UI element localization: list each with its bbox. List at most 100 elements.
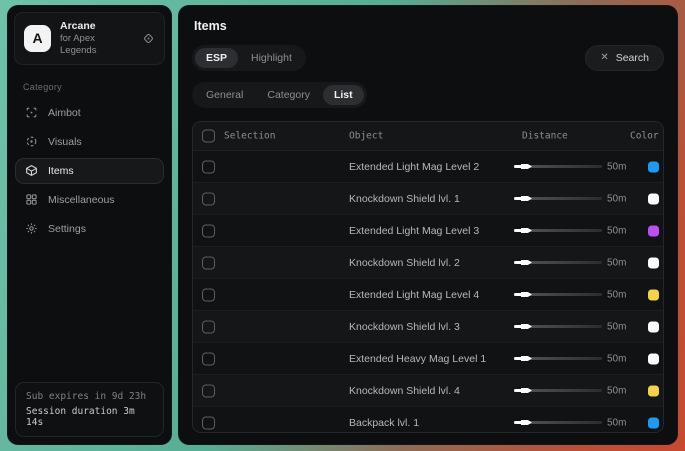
visuals-icon [25, 135, 38, 148]
row-checkbox[interactable] [202, 224, 215, 237]
object-name: Knockdown Shield lvl. 1 [349, 193, 460, 205]
tab-category[interactable]: Category [256, 85, 321, 105]
table-row: Extended Light Mag Level 4 50m [193, 279, 663, 311]
miscellaneous-icon [25, 193, 38, 206]
column-header-selection: Selection [224, 131, 275, 142]
distance-value: 50m [607, 193, 626, 204]
object-name: Extended Light Mag Level 4 [349, 289, 479, 301]
column-header-distance: Distance [522, 131, 568, 142]
sidebar-item-aimbot[interactable]: Aimbot [15, 100, 164, 126]
row-checkbox[interactable] [202, 256, 215, 269]
distance-value: 50m [607, 225, 626, 236]
app-subtitle: for Apex Legends [60, 33, 133, 57]
row-checkbox[interactable] [202, 288, 215, 301]
sidebar-item-items[interactable]: Items [15, 158, 164, 184]
distance-slider[interactable] [514, 228, 602, 234]
category-label: Category [8, 71, 171, 97]
table-row: Knockdown Shield lvl. 4 50m [193, 375, 663, 407]
object-name: Extended Light Mag Level 2 [349, 161, 479, 173]
mode-tabs: ESP Highlight [192, 45, 306, 71]
row-checkbox[interactable] [202, 384, 215, 397]
object-name: Knockdown Shield lvl. 2 [349, 257, 460, 269]
view-tabs: General Category List [192, 82, 367, 108]
distance-slider[interactable] [514, 196, 602, 202]
color-swatch[interactable] [648, 417, 659, 428]
distance-value: 50m [607, 353, 626, 364]
color-swatch[interactable] [648, 193, 659, 204]
search-x-icon: ✕ [600, 53, 608, 63]
view-tabs-row: General Category List [192, 82, 664, 108]
distance-slider[interactable] [514, 260, 602, 266]
table-row: Knockdown Shield lvl. 2 50m [193, 247, 663, 279]
row-checkbox[interactable] [202, 192, 215, 205]
distance-slider[interactable] [514, 356, 602, 362]
row-checkbox[interactable] [202, 320, 215, 333]
sidebar-item-label: Settings [48, 223, 86, 235]
sidebar-nav: Aimbot Visuals Items Miscellaneous [8, 97, 171, 245]
select-all-checkbox[interactable] [202, 130, 215, 143]
object-name: Knockdown Shield lvl. 3 [349, 321, 460, 333]
distance-slider[interactable] [514, 388, 602, 394]
search-button-label: Search [616, 52, 649, 64]
sidebar: A Arcane for Apex Legends Category Aimbo… [7, 5, 172, 445]
distance-value: 50m [607, 257, 626, 268]
items-icon [25, 164, 38, 177]
tab-general[interactable]: General [195, 85, 254, 105]
distance-value: 50m [607, 321, 626, 332]
row-checkbox[interactable] [202, 160, 215, 173]
color-swatch[interactable] [648, 353, 659, 364]
row-checkbox[interactable] [202, 352, 215, 365]
distance-value: 50m [607, 385, 626, 396]
color-swatch[interactable] [648, 161, 659, 172]
sub-expires-text: Sub expires in 9d 23h [26, 391, 153, 402]
sidebar-item-label: Visuals [48, 136, 82, 148]
app-logo: A [24, 25, 51, 52]
sidebar-item-label: Miscellaneous [48, 194, 115, 206]
object-name: Knockdown Shield lvl. 4 [349, 385, 460, 397]
color-swatch[interactable] [648, 385, 659, 396]
aimbot-icon [25, 106, 38, 119]
distance-value: 50m [607, 289, 626, 300]
tab-esp[interactable]: ESP [195, 48, 238, 68]
tab-list[interactable]: List [323, 85, 364, 105]
table-row: Knockdown Shield lvl. 1 50m [193, 183, 663, 215]
table-row: Extended Light Mag Level 2 50m [193, 151, 663, 183]
distance-slider[interactable] [514, 420, 602, 426]
sidebar-item-settings[interactable]: Settings [15, 216, 164, 242]
main-panel: Items ESP Highlight ✕ Search [178, 5, 678, 445]
compass-badge-icon[interactable] [142, 32, 155, 45]
session-duration-text: Session duration 3m 14s [26, 406, 153, 428]
distance-slider[interactable] [514, 324, 602, 330]
row-checkbox[interactable] [202, 416, 215, 429]
object-name: Extended Light Mag Level 3 [349, 225, 479, 237]
items-table: Selection Object Distance Color Extended… [192, 121, 664, 433]
color-swatch[interactable] [648, 289, 659, 300]
sidebar-item-miscellaneous[interactable]: Miscellaneous [15, 187, 164, 213]
toolbar: ESP Highlight ✕ Search [192, 45, 664, 71]
distance-value: 50m [607, 161, 626, 172]
table-row: Backpack lvl. 1 50m [193, 407, 663, 433]
distance-value: 50m [607, 417, 626, 428]
distance-slider[interactable] [514, 292, 602, 298]
tab-highlight[interactable]: Highlight [240, 48, 303, 68]
table-row: Extended Light Mag Level 3 50m [193, 215, 663, 247]
app-window: A Arcane for Apex Legends Category Aimbo… [7, 5, 678, 445]
table-body: Extended Light Mag Level 2 50m Knockdown… [193, 151, 663, 433]
table-row: Extended Heavy Mag Level 1 50m [193, 343, 663, 375]
color-swatch[interactable] [648, 225, 659, 236]
distance-slider[interactable] [514, 164, 602, 170]
search-button[interactable]: ✕ Search [585, 45, 664, 71]
table-row: Knockdown Shield lvl. 3 50m [193, 311, 663, 343]
page-title: Items [194, 19, 664, 33]
app-title: Arcane [60, 20, 133, 33]
color-swatch[interactable] [648, 257, 659, 268]
sidebar-header: A Arcane for Apex Legends [14, 12, 165, 65]
settings-icon [25, 222, 38, 235]
app-title-block: Arcane for Apex Legends [60, 20, 133, 57]
sidebar-item-label: Aimbot [48, 107, 81, 119]
color-swatch[interactable] [648, 321, 659, 332]
object-name: Extended Heavy Mag Level 1 [349, 353, 486, 365]
subscription-info-box: Sub expires in 9d 23h Session duration 3… [15, 382, 164, 437]
sidebar-item-label: Items [48, 165, 74, 177]
sidebar-item-visuals[interactable]: Visuals [15, 129, 164, 155]
